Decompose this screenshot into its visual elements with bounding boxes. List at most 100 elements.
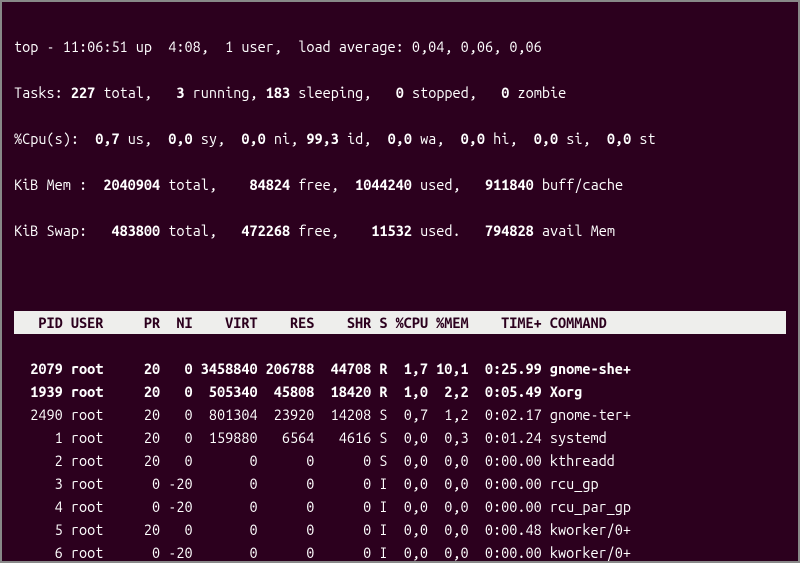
cell-user: root xyxy=(63,357,136,380)
cell-cpu: 0,0 xyxy=(387,518,428,541)
summary-line-swap: KiB Swap: 483800 total, 472268 free, 115… xyxy=(14,219,786,242)
cell-mem: 10,1 xyxy=(428,357,469,380)
terminal-window[interactable]: top - 11:06:51 up 4:08, 1 user, load ave… xyxy=(0,0,800,563)
cell-cmd: kworker/0+ xyxy=(542,518,631,541)
cell-cmd: rcu_gp xyxy=(542,472,599,495)
cell-shr: 14208 xyxy=(314,403,371,426)
process-row: 6root0-20000I0,00,00:00.00kworker/0+ xyxy=(14,541,786,563)
cell-shr: 44708 xyxy=(314,357,371,380)
cell-virt: 0 xyxy=(193,541,258,563)
cell-pid: 5 xyxy=(14,518,63,541)
cell-cpu: 0,7 xyxy=(387,403,428,426)
cell-mem: 1,2 xyxy=(428,403,469,426)
cell-user: root xyxy=(63,495,136,518)
summary-line-cpu: %Cpu(s): 0,7 us, 0,0 sy, 0,0 ni, 99,3 id… xyxy=(14,127,786,150)
cell-cmd: gnome-she+ xyxy=(542,357,631,380)
cell-ni: 0 xyxy=(160,380,192,403)
cell-user: root xyxy=(63,426,136,449)
cell-cpu: 1,7 xyxy=(387,357,428,380)
cell-time: 0:00.00 xyxy=(469,541,542,563)
cell-ni: 0 xyxy=(160,403,192,426)
cell-res: 6564 xyxy=(258,426,315,449)
cell-time: 0:00.00 xyxy=(469,495,542,518)
cell-cmd: rcu_par_gp xyxy=(542,495,631,518)
cell-pid: 4 xyxy=(14,495,63,518)
cell-cpu: 0,0 xyxy=(387,449,428,472)
cell-shr: 0 xyxy=(314,449,371,472)
cell-shr: 4616 xyxy=(314,426,371,449)
cell-ni: -20 xyxy=(160,541,192,563)
cell-s: I xyxy=(371,472,387,495)
cell-cpu: 0,0 xyxy=(387,426,428,449)
cell-mem: 2,2 xyxy=(428,380,469,403)
cell-mem: 0,0 xyxy=(428,518,469,541)
cell-res: 0 xyxy=(258,495,315,518)
cell-s: S xyxy=(371,403,387,426)
cell-cpu: 0,0 xyxy=(387,472,428,495)
cell-user: root xyxy=(63,518,136,541)
cell-user: root xyxy=(63,403,136,426)
cell-s: S xyxy=(371,449,387,472)
summary-line-uptime: top - 11:06:51 up 4:08, 1 user, load ave… xyxy=(14,35,786,58)
process-row: 2root200000S0,00,00:00.00kthreadd xyxy=(14,449,786,472)
cell-s: I xyxy=(371,495,387,518)
cell-pr: 20 xyxy=(136,449,160,472)
cell-shr: 0 xyxy=(314,541,371,563)
cell-time: 0:02.17 xyxy=(469,403,542,426)
cell-pr: 0 xyxy=(136,472,160,495)
cell-time: 0:01.24 xyxy=(469,426,542,449)
cell-shr: 18420 xyxy=(314,380,371,403)
cell-cmd: Xorg xyxy=(542,380,583,403)
cell-res: 206788 xyxy=(258,357,315,380)
process-row: 2490root2008013042392014208S0,71,20:02.1… xyxy=(14,403,786,426)
cell-user: root xyxy=(63,449,136,472)
process-row: 1root20015988065644616S0,00,30:01.24syst… xyxy=(14,426,786,449)
cell-virt: 801304 xyxy=(193,403,258,426)
cell-pid: 2079 xyxy=(14,357,63,380)
cell-res: 45808 xyxy=(258,380,315,403)
cell-pr: 20 xyxy=(136,380,160,403)
cell-res: 23920 xyxy=(258,403,315,426)
cell-mem: 0,0 xyxy=(428,495,469,518)
process-table-header: PIDUSERPRNIVIRTRESSHRS%CPU%MEMTIME+COMMA… xyxy=(14,311,786,334)
cell-pr: 20 xyxy=(136,426,160,449)
cell-s: I xyxy=(371,541,387,563)
cell-res: 0 xyxy=(258,541,315,563)
cell-virt: 505340 xyxy=(193,380,258,403)
process-row: 2079root200345884020678844708R1,710,10:2… xyxy=(14,357,786,380)
cell-time: 0:00.00 xyxy=(469,472,542,495)
summary-line-tasks: Tasks: 227 total, 3 running, 183 sleepin… xyxy=(14,81,786,104)
process-row: 1939root2005053404580818420R1,02,20:05.4… xyxy=(14,380,786,403)
cell-cpu: 0,0 xyxy=(387,495,428,518)
cell-s: R xyxy=(371,380,387,403)
cell-ni: 0 xyxy=(160,518,192,541)
cell-cmd: kworker/0+ xyxy=(542,541,631,563)
cell-user: root xyxy=(63,472,136,495)
cell-res: 0 xyxy=(258,472,315,495)
cell-shr: 0 xyxy=(314,518,371,541)
summary-line-mem: KiB Mem : 2040904 total, 84824 free, 104… xyxy=(14,173,786,196)
cell-cmd: gnome-ter+ xyxy=(542,403,631,426)
cell-time: 0:00.48 xyxy=(469,518,542,541)
cell-virt: 0 xyxy=(193,495,258,518)
cell-ni: 0 xyxy=(160,426,192,449)
cell-pid: 2 xyxy=(14,449,63,472)
cell-shr: 0 xyxy=(314,472,371,495)
cell-virt: 0 xyxy=(193,449,258,472)
cell-mem: 0,0 xyxy=(428,449,469,472)
cell-time: 0:00.00 xyxy=(469,449,542,472)
cell-time: 0:25.99 xyxy=(469,357,542,380)
cell-pid: 1939 xyxy=(14,380,63,403)
cell-cmd: systemd xyxy=(542,426,607,449)
cell-s: S xyxy=(371,426,387,449)
process-row: 5root200000I0,00,00:00.48kworker/0+ xyxy=(14,518,786,541)
cell-virt: 0 xyxy=(193,472,258,495)
cell-pr: 20 xyxy=(136,357,160,380)
cell-shr: 0 xyxy=(314,495,371,518)
cell-mem: 0,3 xyxy=(428,426,469,449)
cell-virt: 3458840 xyxy=(193,357,258,380)
cell-ni: 0 xyxy=(160,449,192,472)
cell-pid: 6 xyxy=(14,541,63,563)
cell-s: I xyxy=(371,518,387,541)
cell-mem: 0,0 xyxy=(428,541,469,563)
